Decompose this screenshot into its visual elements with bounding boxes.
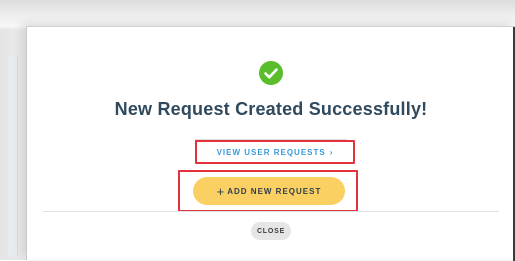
view-user-requests-label: VIEW USER REQUESTS [216, 147, 326, 157]
chevron-right-icon: › [329, 147, 334, 157]
background-panel-edge [8, 56, 18, 256]
footer-divider [43, 211, 499, 212]
view-user-requests-link[interactable]: VIEW USER REQUESTS › [195, 140, 355, 164]
plus-icon: + [216, 183, 225, 199]
add-new-request-button[interactable]: + ADD NEW REQUEST [193, 177, 345, 205]
modal-title: New Request Created Successfully! [114, 99, 428, 119]
check-circle-icon [259, 61, 283, 85]
close-button[interactable]: CLOSE [251, 222, 291, 240]
success-modal: New Request Created Successfully! VIEW U… [26, 26, 515, 261]
add-new-request-label: ADD NEW REQUEST [227, 186, 322, 196]
